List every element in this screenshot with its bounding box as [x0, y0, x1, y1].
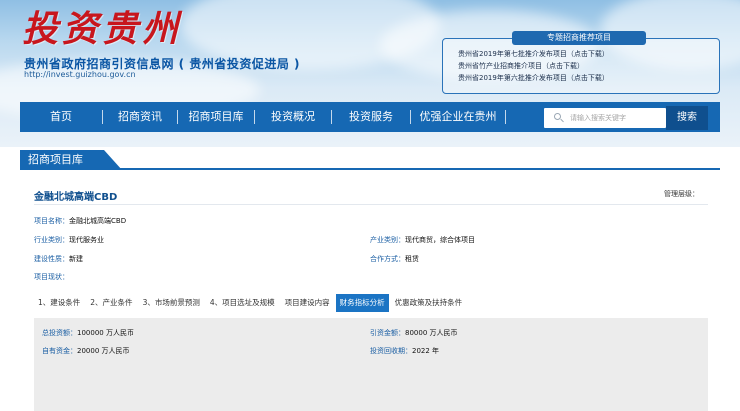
project-name-value: 金融北城高端CBD: [69, 217, 127, 225]
tab-construction-conditions[interactable]: 1、建设条件: [34, 294, 84, 312]
product-category-label: 产业类别：: [370, 236, 405, 244]
total-investment-row: 总投资额：100000 万人民币: [42, 328, 134, 338]
site-url[interactable]: http://invest.guizhou.gov.cn: [24, 70, 136, 79]
site-logo[interactable]: 投资贵州: [22, 8, 182, 50]
featured-project-link[interactable]: 贵州省2019年第七批推介发布项目（点击下载）: [458, 48, 714, 60]
attracted-funds-value: 80000 万人民币: [405, 329, 458, 337]
search-button[interactable]: 搜索: [666, 106, 708, 130]
payback-period-value: 2022 年: [412, 347, 440, 355]
tab-site-and-scale[interactable]: 4、项目选址及规模: [206, 294, 279, 312]
nav-item-news[interactable]: 招商资讯: [103, 102, 177, 132]
build-nature-row: 建设性质：新建: [34, 254, 83, 264]
search-icon: [554, 113, 564, 123]
coop-row: 合作方式：租赁: [370, 254, 419, 264]
title-divider: [34, 204, 708, 205]
section-header-line: [20, 150, 720, 170]
detail-tabs: 1、建设条件 2、产业条件 3、市场前景预测 4、项目选址及规模 项目建设内容 …: [34, 294, 468, 312]
project-name-row: 项目名称：金融北城高端CBD: [34, 216, 126, 226]
industry-value: 现代服务业: [69, 236, 104, 244]
tab-construction-content[interactable]: 项目建设内容: [281, 294, 334, 312]
nav-item-overview[interactable]: 投资概况: [255, 102, 331, 132]
own-funds-value: 20000 万人民币: [77, 347, 130, 355]
industry-row: 行业类别：现代服务业: [34, 235, 104, 245]
nav-item-enterprises[interactable]: 优强企业在贵州: [411, 102, 505, 132]
featured-projects-tag: 专题招商推荐项目: [512, 31, 646, 45]
project-status-label: 项目现状：: [34, 273, 69, 281]
project-title: 金融北城高端CBD: [34, 192, 118, 203]
project-name-label: 项目名称：: [34, 217, 69, 225]
tab-financial-analysis[interactable]: 财务指标分析: [335, 294, 389, 312]
section-title: 招商项目库: [20, 150, 104, 170]
build-nature-value: 新建: [69, 255, 83, 263]
payback-period-row: 投资回收期：2022 年: [370, 346, 439, 356]
product-category-value: 现代商贸，综合体项目: [405, 236, 475, 244]
nav-item-services[interactable]: 投资服务: [332, 102, 410, 132]
total-investment-label: 总投资额：: [42, 329, 77, 337]
section-tab-corner: [104, 150, 122, 170]
featured-project-link[interactable]: 贵州省竹产业招商推介项目（点击下载）: [458, 60, 714, 72]
nav-divider: [505, 110, 506, 124]
featured-projects-list: 贵州省2019年第七批推介发布项目（点击下载） 贵州省竹产业招商推介项目（点击下…: [458, 48, 714, 84]
total-investment-value: 100000 万人民币: [77, 329, 134, 337]
nav-item-projects[interactable]: 招商项目库: [178, 102, 254, 132]
featured-project-link[interactable]: 贵州省2019年第六批推介发布项目（点击下载）: [458, 72, 714, 84]
attracted-funds-row: 引资金额：80000 万人民币: [370, 328, 458, 338]
payback-period-label: 投资回收期：: [370, 347, 412, 355]
status-row: 项目现状：: [34, 272, 69, 282]
cooperation-value: 租赁: [405, 255, 419, 263]
admin-level-label: 管理层级：: [664, 190, 699, 198]
tab-preferential-policies[interactable]: 优惠政策及扶持条件: [391, 294, 467, 312]
tab-industry-conditions[interactable]: 2、产业条件: [86, 294, 136, 312]
search-input[interactable]: [570, 114, 666, 122]
own-funds-label: 自有资金：: [42, 347, 77, 355]
search-box: [544, 108, 666, 128]
nav-item-home[interactable]: 首页: [20, 102, 102, 132]
tab-market-forecast[interactable]: 3、市场前景预测: [139, 294, 204, 312]
own-funds-row: 自有资金：20000 万人民币: [42, 346, 130, 356]
build-nature-label: 建设性质：: [34, 255, 69, 263]
industry-label: 行业类别：: [34, 236, 69, 244]
product-row: 产业类别：现代商贸，综合体项目: [370, 235, 475, 245]
cooperation-label: 合作方式：: [370, 255, 405, 263]
attracted-funds-label: 引资金额：: [370, 329, 405, 337]
